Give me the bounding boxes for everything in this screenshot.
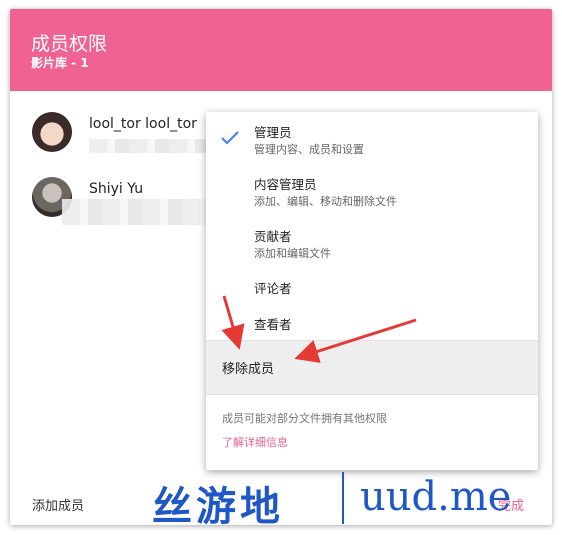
learn-more-link[interactable]: 了解详细信息 — [222, 434, 288, 450]
check-icon — [221, 131, 239, 145]
menu-item-title: 评论者 — [254, 281, 292, 296]
menu-item-title: 查看者 — [254, 317, 292, 332]
menu-item-title: 管理员 — [254, 125, 292, 140]
watermark-domain: uud.me — [360, 474, 512, 520]
watermark: 丝游地 uud.me — [152, 472, 552, 532]
menu-item-commenter[interactable]: 评论者 — [206, 278, 538, 302]
menu-item-title: 贡献者 — [254, 229, 292, 244]
menu-item-viewer[interactable]: 查看者 — [206, 314, 538, 338]
menu-item-description: 添加和编辑文件 — [254, 247, 331, 260]
dialog-header: 成员权限 影片库 - 1 — [10, 9, 552, 91]
avatar — [32, 112, 72, 152]
menu-item-description: 管理内容、成员和设置 — [254, 143, 364, 156]
permissions-note: 成员可能对部分文件拥有其他权限 — [222, 412, 387, 425]
dialog-subtitle: 影片库 - 1 — [31, 56, 89, 70]
menu-item-contributor[interactable]: 贡献者 添加和编辑文件 — [206, 226, 538, 270]
member-name: lool_tor lool_tor — [89, 116, 197, 132]
menu-item-content-manager[interactable]: 内容管理员 添加、编辑、移动和删除文件 — [206, 174, 538, 218]
remove-member-label: 移除成员 — [222, 362, 275, 377]
watermark-separator — [342, 472, 344, 524]
watermark-chinese: 丝游地 — [152, 483, 284, 530]
menu-item-admin[interactable]: 管理员 管理内容、成员和设置 — [206, 122, 538, 166]
member-name: Shiyi Yu — [89, 181, 144, 197]
menu-item-title: 内容管理员 — [254, 177, 317, 192]
remove-member-item[interactable]: 移除成员 — [206, 340, 538, 395]
add-member-button[interactable]: 添加成员 — [32, 495, 84, 514]
dialog-title: 成员权限 — [31, 33, 108, 55]
role-dropdown-menu: 管理员 管理内容、成员和设置 内容管理员 添加、编辑、移动和删除文件 贡献者 添… — [206, 112, 538, 470]
menu-item-description: 添加、编辑、移动和删除文件 — [254, 195, 397, 208]
